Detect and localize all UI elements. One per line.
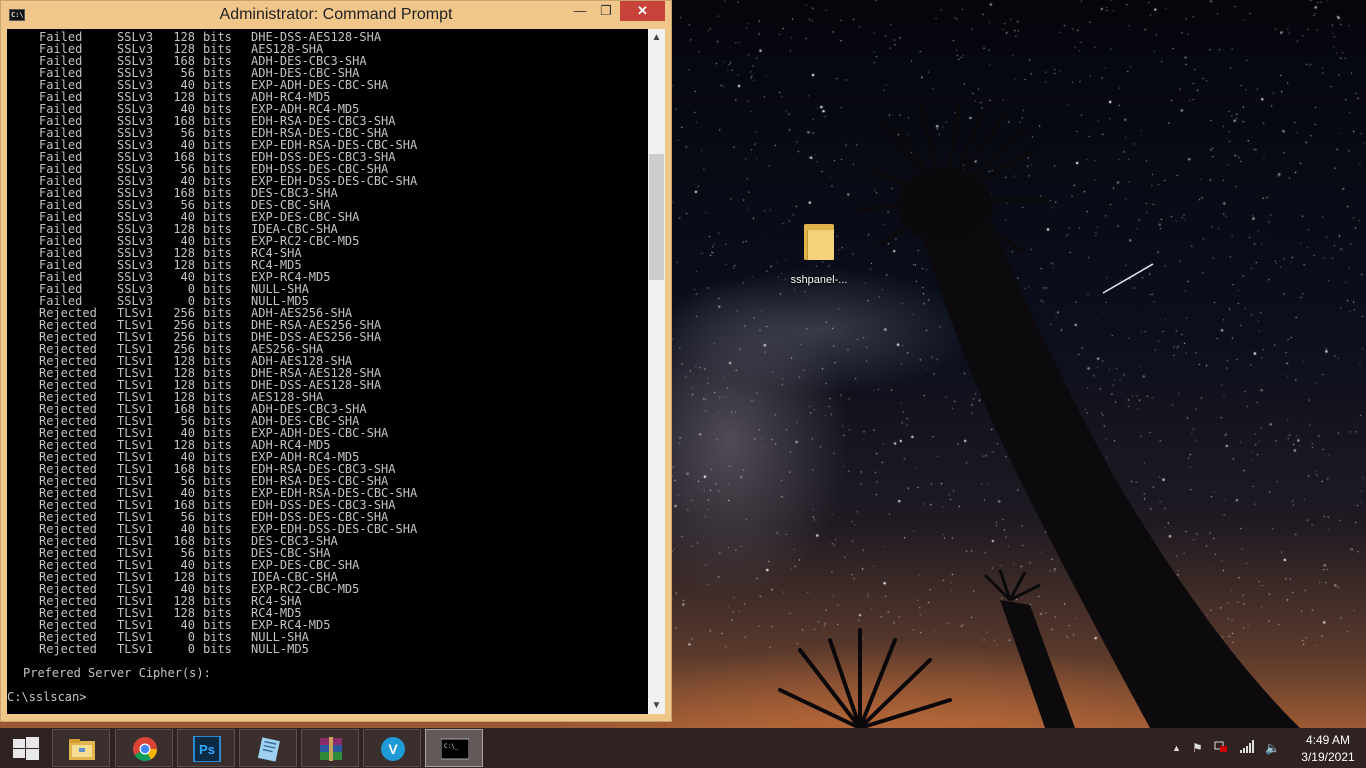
clock-date: 3/19/2021 [1301, 750, 1355, 764]
cipher-protocol: TLSv1 [117, 642, 154, 656]
minimize-button[interactable]: — [567, 1, 593, 21]
action-center-flag-icon[interactable]: ⚑ [1192, 740, 1203, 756]
desktop-folder-sshpanel[interactable]: sshpanel-... [788, 222, 850, 286]
command-prompt-window[interactable]: C:\ Administrator: Command Prompt — ❐ ✕ … [0, 0, 672, 722]
notepad-icon [257, 737, 280, 762]
photoshop-glyph: Ps [199, 742, 215, 757]
taskbar: Ps V C:\_ ▲ ⚑ 🔈 4:49 AM 3/19/2021 [0, 728, 1366, 768]
taskbar-chrome[interactable] [115, 729, 173, 767]
signal-bars-icon[interactable] [1240, 740, 1256, 754]
cipher-result-list: Failed SSLv3 128 bits DHE-DSS-AES128-SHA Fail… [7, 31, 417, 655]
desktop-icon-label: sshpanel-... [790, 274, 848, 286]
taskbar-notepad[interactable] [239, 729, 297, 767]
scroll-down-icon[interactable]: ▼ [648, 697, 665, 714]
winrar-icon [320, 737, 342, 761]
taskbar-file-explorer[interactable] [52, 729, 110, 767]
volume-icon[interactable]: 🔈 [1265, 740, 1280, 756]
title-bar[interactable]: C:\ Administrator: Command Prompt — ❐ ✕ [1, 1, 671, 29]
file-explorer-icon [69, 739, 95, 760]
folder-icon [804, 222, 834, 260]
console-output[interactable]: Failed SSLv3 128 bits DHE-DSS-AES128-SHA Fail… [7, 29, 648, 714]
start-button[interactable] [0, 729, 52, 767]
close-button[interactable]: ✕ [620, 1, 665, 21]
preferred-cipher-heading: Prefered Server Cipher(s): [23, 666, 211, 680]
console-row: Rejected TLSv1 0 bits NULL-MD5 [7, 643, 417, 655]
taskbar-vysor[interactable]: V [363, 729, 421, 767]
taskbar-clock[interactable]: 4:49 AM 3/19/2021 [1290, 728, 1366, 768]
cipher-bits-unit: bits [203, 642, 232, 656]
scroll-up-icon[interactable]: ▲ [648, 29, 665, 46]
cipher-status: Rejected [39, 642, 97, 656]
system-tray: ▲ ⚑ 🔈 [1165, 728, 1289, 768]
vertical-scrollbar[interactable]: ▲ ▼ [648, 29, 665, 714]
taskbar-winrar[interactable] [301, 729, 359, 767]
cipher-bits: 0 [187, 642, 195, 656]
maximize-button[interactable]: ❐ [593, 1, 619, 21]
taskbar-photoshop[interactable]: Ps [177, 729, 235, 767]
command-prompt-line[interactable]: C:\sslscan> [7, 690, 86, 704]
command-prompt-icon: C:\_ [441, 738, 469, 760]
scrollbar-thumb[interactable] [649, 154, 664, 280]
windows-logo-icon [13, 737, 39, 760]
chrome-icon [133, 737, 157, 762]
cipher-name: NULL-MD5 [251, 642, 309, 656]
show-hidden-icons-arrow[interactable]: ▲ [1172, 740, 1181, 756]
taskbar-command-prompt[interactable]: C:\_ [425, 729, 483, 767]
photoshop-icon: Ps [193, 736, 221, 762]
vysor-icon: V [381, 737, 405, 761]
command-prompt-glyph: C:\_ [444, 743, 459, 750]
network-icon[interactable] [1214, 740, 1228, 754]
clock-time: 4:49 AM [1305, 733, 1351, 747]
vysor-glyph: V [388, 741, 398, 757]
